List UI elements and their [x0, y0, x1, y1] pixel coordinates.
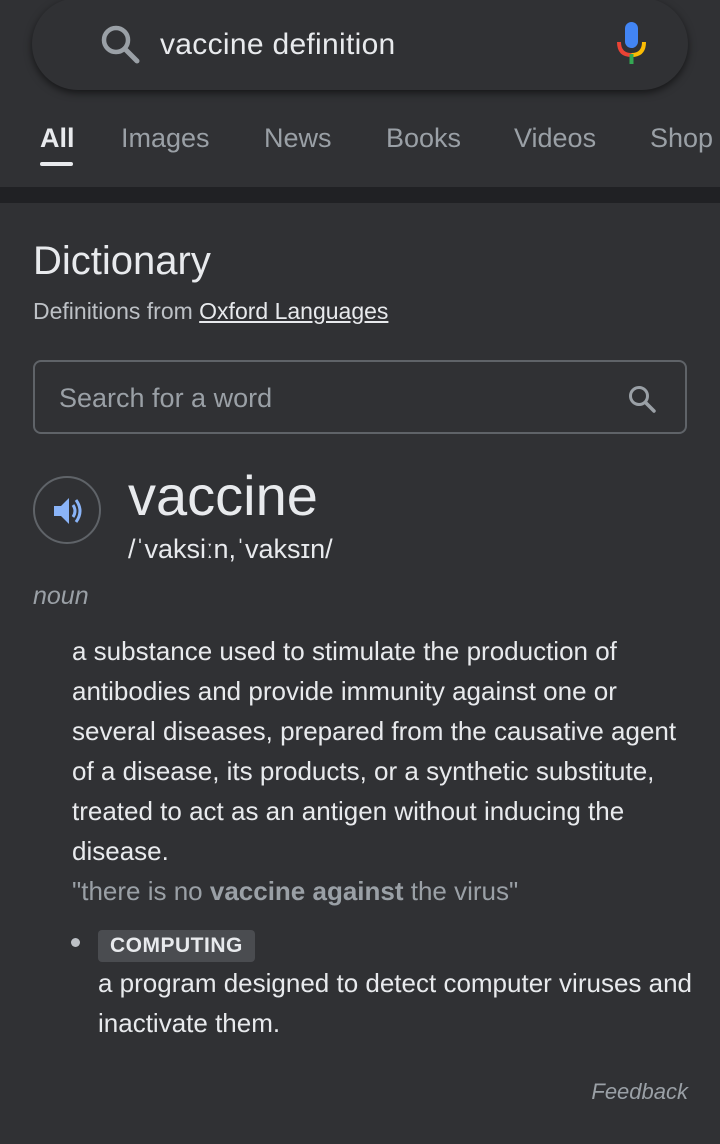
search-icon[interactable] — [98, 22, 142, 66]
bullet — [71, 938, 80, 947]
tab-shop[interactable]: Shop — [650, 122, 713, 154]
source-prefix: Definitions from — [33, 298, 200, 324]
section-divider — [0, 187, 720, 203]
search-header: vaccine definition All Images News Books… — [0, 0, 720, 187]
definition-2: a program designed to detect computer vi… — [98, 968, 693, 1038]
speaker-icon — [54, 498, 82, 524]
active-tab-indicator — [40, 162, 73, 166]
search-icon[interactable] — [627, 384, 657, 414]
domain-badge: COMPUTING — [98, 930, 255, 962]
feedback-link[interactable]: Feedback — [591, 1079, 688, 1105]
tab-images[interactable]: Images — [121, 122, 210, 154]
headword: vaccine — [128, 464, 318, 527]
oxford-languages-link[interactable]: Oxford Languages — [199, 298, 388, 324]
dictionary-source: Definitions from Oxford Languages — [33, 297, 388, 325]
usage-example: "there is no vaccine against the virus" — [72, 871, 692, 911]
definition-1: a substance used to stimulate the produc… — [72, 636, 677, 866]
dictionary-card: Dictionary Definitions from Oxford Langu… — [0, 203, 720, 1144]
example-bold: vaccine against — [209, 876, 404, 906]
dictionary-title: Dictionary — [33, 239, 211, 283]
example-after: the virus" — [403, 876, 519, 906]
tab-videos[interactable]: Videos — [514, 122, 596, 154]
mic-icon[interactable] — [612, 20, 652, 68]
tab-books[interactable]: Books — [386, 122, 461, 154]
word-search-input[interactable]: Search for a word — [33, 360, 687, 434]
pronunciation-button[interactable] — [33, 476, 101, 544]
word-search-placeholder: Search for a word — [59, 383, 273, 413]
example-before: "there is no — [72, 876, 210, 906]
tab-all[interactable]: All — [40, 122, 75, 154]
phonetic: /ˈvaksiːn,ˈvaksɪn/ — [128, 534, 333, 564]
search-tabs: All Images News Books Videos Shop — [0, 110, 720, 170]
part-of-speech: noun — [33, 582, 89, 610]
search-query[interactable]: vaccine definition — [160, 28, 396, 62]
tab-news[interactable]: News — [264, 122, 332, 154]
